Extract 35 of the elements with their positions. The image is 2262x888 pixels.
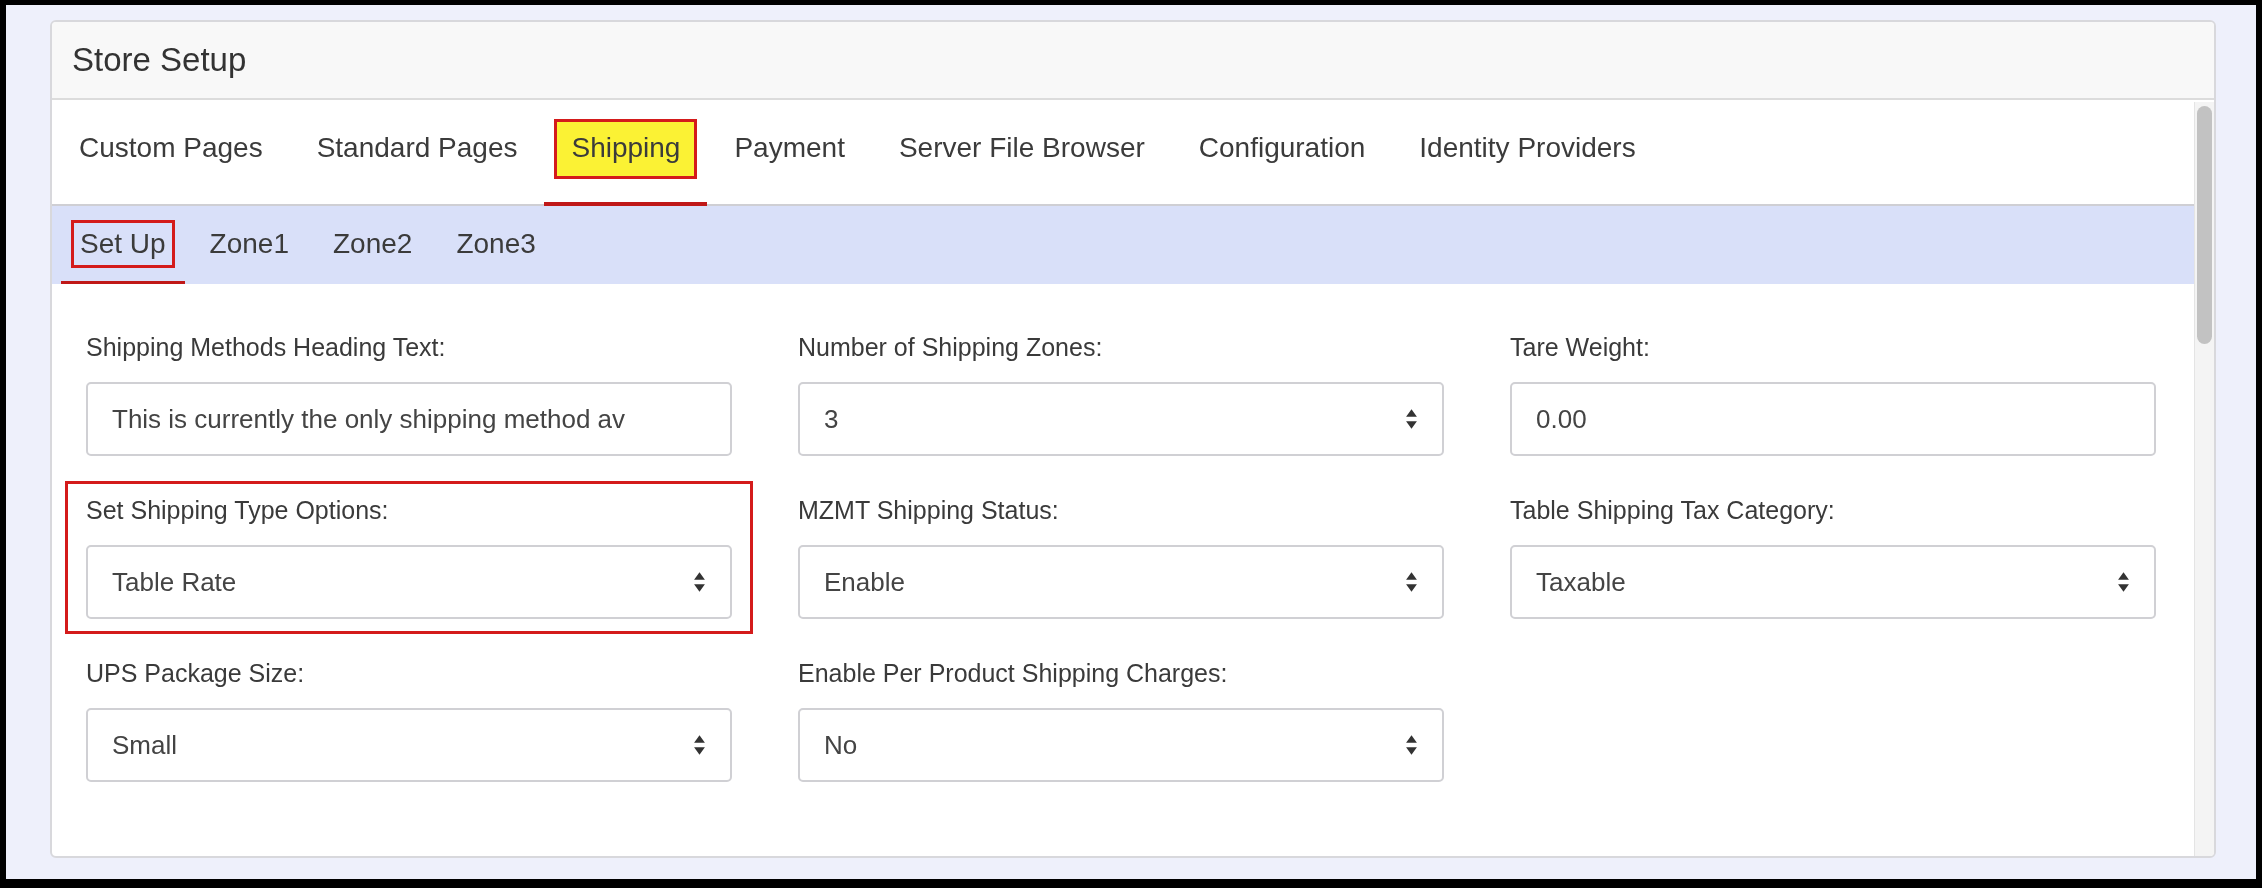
input-field[interactable]: This is currently the only shipping method av [86, 382, 732, 456]
up-down-arrows-icon [1405, 571, 1418, 593]
field-label: UPS Package Size: [86, 659, 306, 688]
select-field[interactable]: Taxable [1510, 545, 2156, 619]
field-label: Enable Per Product Shipping Charges: [798, 659, 1229, 688]
select-field[interactable]: No [798, 708, 1444, 782]
tab[interactable]: Server File Browser [881, 119, 1162, 179]
field-label: Table Shipping Tax Category: [1510, 496, 1836, 525]
tab[interactable]: Payment [717, 119, 862, 179]
field-label: Number of Shipping Zones: [798, 333, 1104, 362]
field-label: Set Shipping Type Options: [86, 496, 390, 525]
select-field[interactable]: Small [86, 708, 732, 782]
select-field[interactable]: Enable [798, 545, 1444, 619]
panel-title: Store Setup [72, 41, 247, 79]
up-down-arrows-icon [693, 571, 706, 593]
subtab[interactable]: Zone3 [447, 219, 545, 268]
tab[interactable]: Custom Pages [62, 119, 280, 179]
tab[interactable]: Standard Pages [299, 119, 535, 179]
input-field[interactable]: 0.00 [1510, 382, 2156, 456]
subtab[interactable]: Set Up [71, 219, 175, 268]
subtab[interactable]: Zone1 [200, 219, 298, 268]
subtab[interactable]: Zone2 [324, 219, 422, 268]
scrollbar[interactable] [2194, 102, 2214, 856]
select-field[interactable]: Table Rate [86, 545, 732, 619]
tab[interactable]: Identity Providers [1402, 119, 1653, 179]
up-down-arrows-icon [1405, 408, 1418, 430]
up-down-arrows-icon [693, 734, 706, 756]
tab[interactable]: Configuration [1181, 119, 1383, 179]
up-down-arrows-icon [1405, 734, 1418, 756]
up-down-arrows-icon [2117, 571, 2130, 593]
field-label: Shipping Methods Heading Text: [86, 333, 447, 362]
field-label: Tare Weight: [1510, 333, 1651, 362]
select-field[interactable]: 3 [798, 382, 1444, 456]
tab[interactable]: Shipping [554, 119, 698, 179]
field-label: MZMT Shipping Status: [798, 496, 1060, 525]
